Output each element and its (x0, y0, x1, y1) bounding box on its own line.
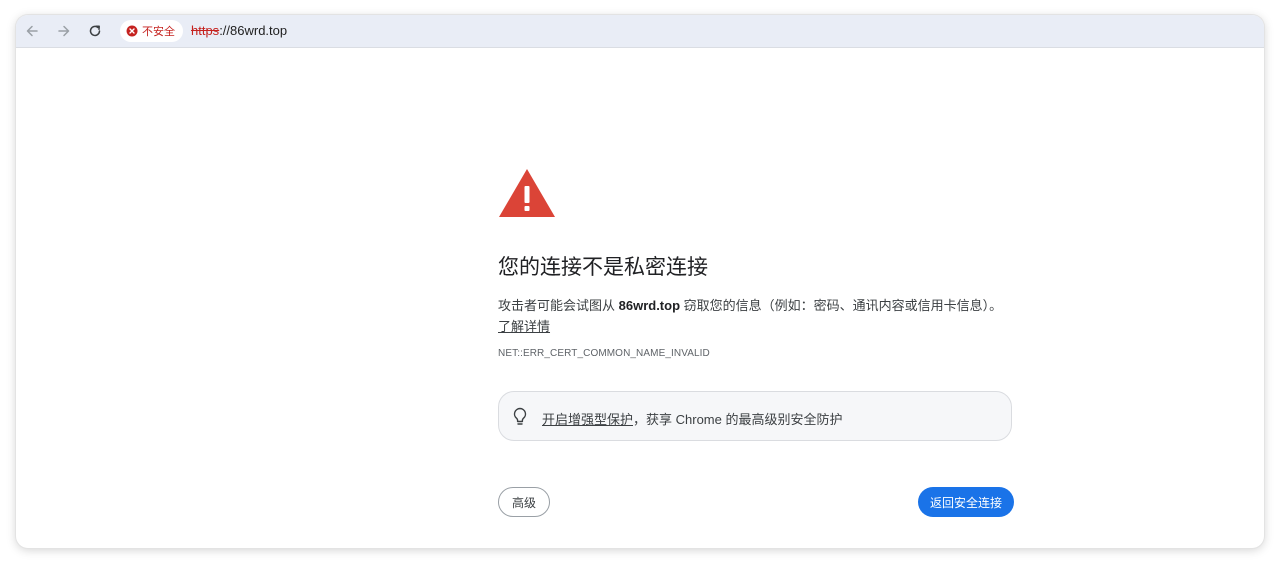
learn-more-link[interactable]: 了解详情 (498, 316, 550, 335)
back-button[interactable] (20, 19, 44, 43)
arrow-left-icon (26, 25, 38, 37)
reload-icon (89, 25, 101, 37)
lightbulb-icon (513, 407, 527, 425)
page-title: 您的连接不是私密连接 (498, 256, 708, 279)
back-to-safety-button[interactable]: 返回安全连接 (918, 487, 1014, 517)
enhanced-protection-text: 开启增强型保护，获享 Chrome 的最高级别安全防护 (542, 409, 842, 428)
enhanced-protection-suffix: ，获享 Chrome 的最高级别安全防护 (633, 412, 843, 427)
advanced-button[interactable]: 高级 (498, 487, 550, 517)
error-circle-icon (126, 25, 138, 36)
reload-button[interactable] (83, 19, 107, 43)
warning-description: 攻击者可能会试图从 86wrd.top 窃取您的信息（例如：密码、通讯内容或信用… (498, 295, 1018, 314)
url-host: ://86wrd.top (219, 23, 288, 38)
browser-window: 不安全 https://86wrd.top 您的连接不是私密连接 攻击者可能会试… (16, 15, 1264, 548)
error-code: NET::ERR_CERT_COMMON_NAME_INVALID (498, 348, 710, 359)
url-text[interactable]: https://86wrd.top (191, 23, 287, 38)
warning-triangle-icon (499, 169, 555, 217)
enhanced-protection-link[interactable]: 开启增强型保护 (542, 412, 633, 427)
url-scheme: https (191, 23, 220, 38)
description-prefix: 攻击者可能会试图从 (498, 298, 619, 313)
browser-toolbar: 不安全 https://86wrd.top (16, 15, 1264, 48)
description-host: 86wrd.top (618, 298, 681, 313)
forward-button[interactable] (52, 19, 76, 43)
security-chip[interactable]: 不安全 (120, 19, 183, 42)
description-suffix: 窃取您的信息（例如：密码、通讯内容或信用卡信息）。 (680, 298, 1003, 313)
enhanced-protection-box: 开启增强型保护，获享 Chrome 的最高级别安全防护 (498, 391, 1012, 441)
security-chip-label: 不安全 (142, 25, 175, 38)
address-bar[interactable]: 不安全 https://86wrd.top (116, 17, 1260, 44)
arrow-right-icon (58, 25, 70, 37)
